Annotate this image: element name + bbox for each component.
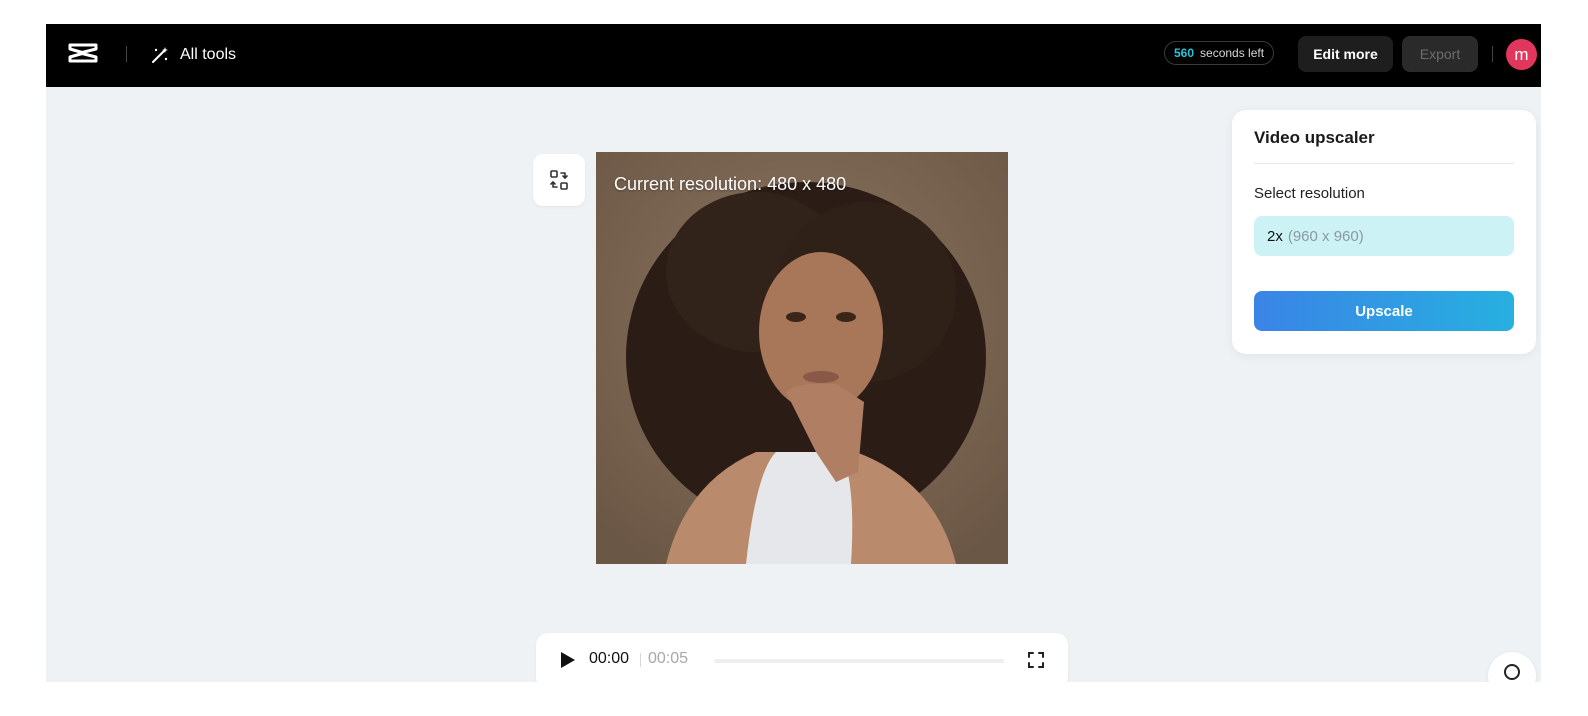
current-time: 00:00 [589,650,630,667]
all-tools-button[interactable]: All tools [150,42,236,68]
seconds-left-badge: 560 seconds left [1164,41,1275,65]
panel-title: Video upscaler [1254,128,1375,147]
magic-wand-icon [152,47,168,63]
portrait-photo [596,152,1008,564]
top-bar: All tools 560 seconds left Edit more Exp… [46,24,1541,87]
resolution-dimensions: (960 x 960) [1287,227,1364,245]
seconds-suffix: seconds left [1200,46,1265,60]
swap-compare-icon [550,170,568,190]
resolution-option-2x[interactable]: 2x (960 x 960) [1254,216,1514,256]
fullscreen-icon[interactable] [1026,650,1046,670]
topbar-divider [1492,46,1493,62]
edit-more-button[interactable]: Edit more [1298,36,1393,72]
progress-bar[interactable] [714,659,1004,663]
search-help-icon [1504,664,1520,680]
all-tools-label: All tools [180,46,237,63]
topbar-divider [126,46,127,62]
time-divider [640,653,641,667]
panel-divider [1254,163,1514,164]
current-resolution-label: Current resolution: 480 x 480 [614,174,847,194]
resolution-multiplier: 2x [1267,227,1283,245]
video-player-controls: 00:00 00:05 [536,633,1068,682]
compare-button[interactable] [533,154,585,206]
avatar[interactable]: m [1506,39,1537,70]
export-button[interactable]: Export [1402,36,1478,72]
app-window: All tools 560 seconds left Edit more Exp… [46,24,1541,682]
seconds-value: 560 [1174,46,1195,60]
video-upscaler-panel: Video upscaler Select resolution 2x (960… [1232,110,1536,354]
video-preview[interactable]: Current resolution: 480 x 480 [596,152,1008,564]
capcut-logo-icon[interactable] [68,42,98,64]
play-icon[interactable] [558,651,576,669]
help-search-button[interactable] [1488,652,1536,682]
select-resolution-label: Select resolution [1254,185,1365,202]
duration: 00:05 [648,650,689,667]
upscale-button[interactable]: Upscale [1254,291,1514,331]
